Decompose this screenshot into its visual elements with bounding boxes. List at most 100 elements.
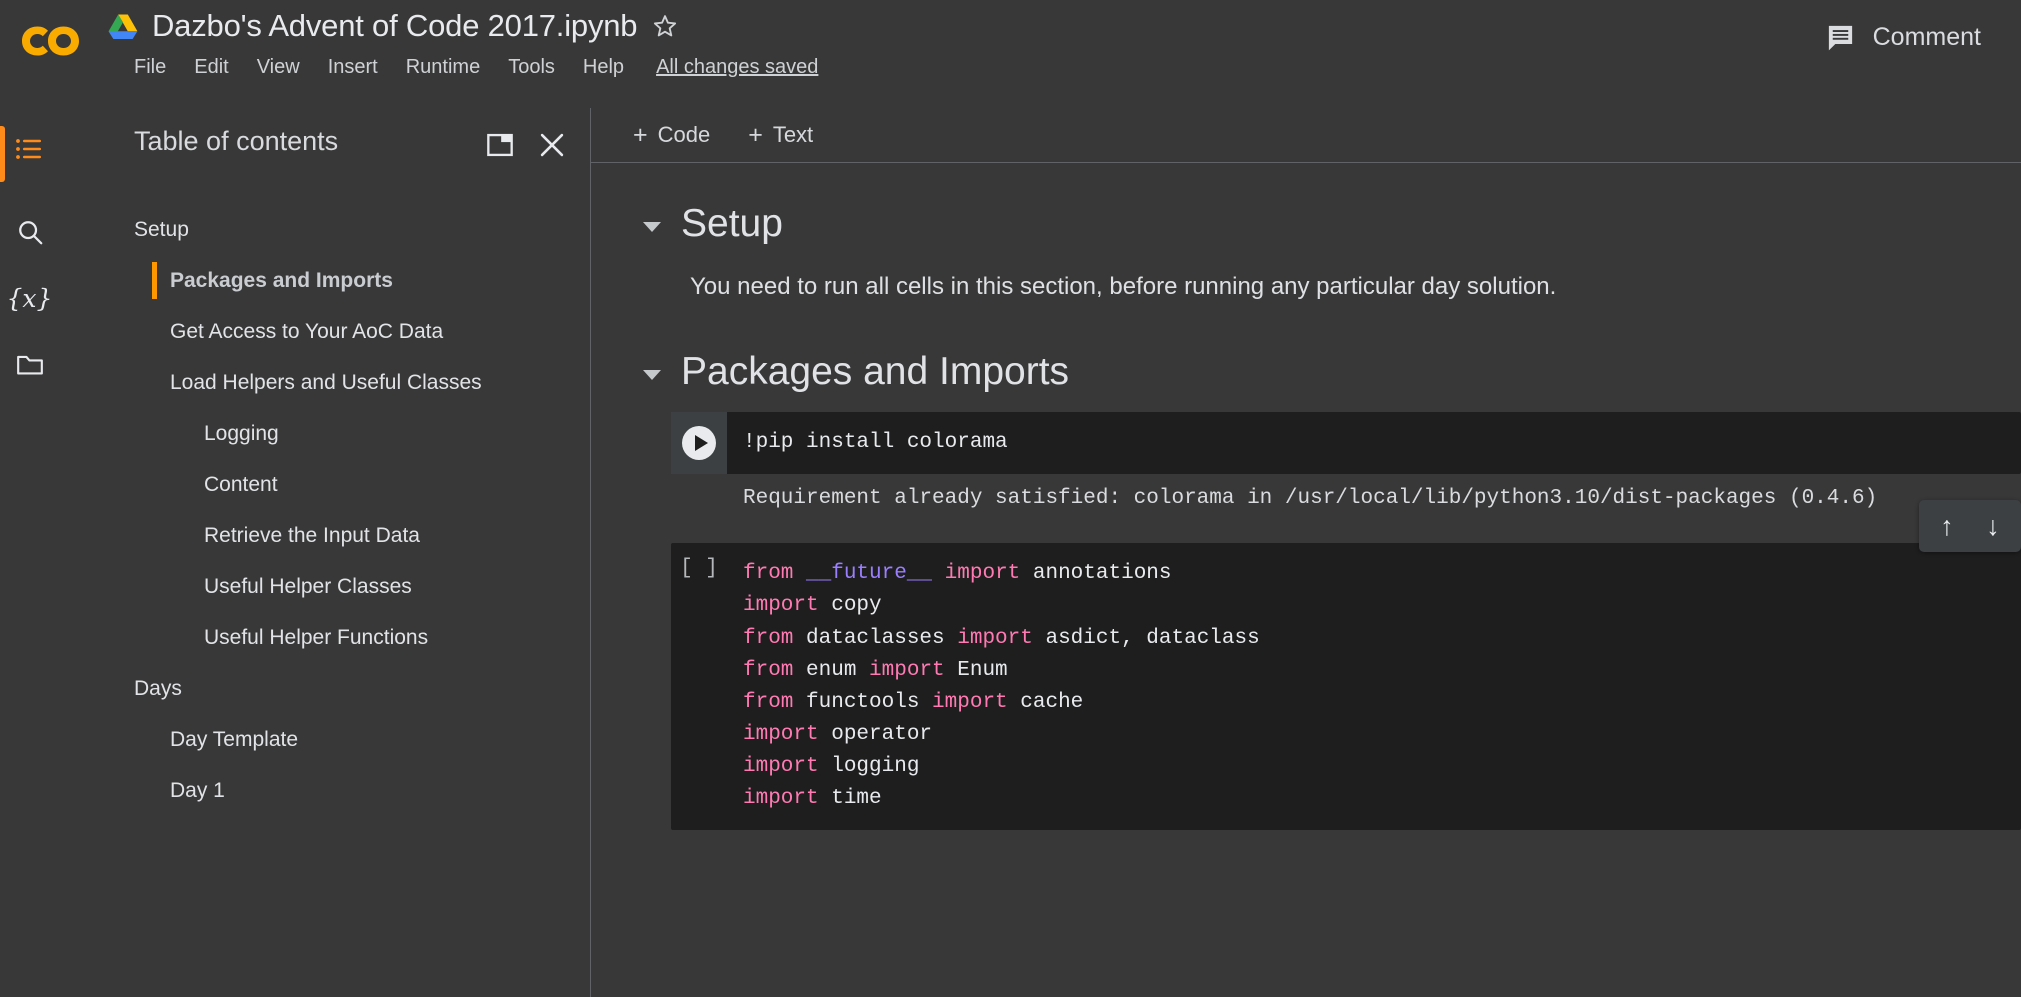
code-token: from (743, 690, 807, 714)
table-of-contents-panel: Table of contents Setup Packages and Impo… (59, 108, 591, 997)
document-title[interactable]: Dazbo's Advent of Code 2017.ipynb (152, 8, 638, 44)
collapse-caret-icon[interactable] (643, 222, 661, 232)
toc-item[interactable]: Logging (59, 408, 590, 459)
toc-item-active-bar (59, 415, 64, 452)
add-code-cell-button[interactable]: + Code (619, 116, 724, 154)
code-token: import (743, 594, 832, 618)
notebook-main: + Code + Text Setup You need to run all … (591, 108, 2021, 997)
toc-item-active-bar (152, 262, 157, 299)
comment-label: Comment (1872, 23, 1981, 51)
toc-item-active-bar (59, 670, 64, 707)
toc-item[interactable]: Get Access to Your AoC Data (59, 306, 590, 357)
notebook-cell-toolbar: + Code + Text (591, 108, 2021, 163)
run-cell-button[interactable] (671, 412, 727, 475)
toc-item-active-bar (59, 211, 64, 248)
code-token: time (831, 787, 882, 811)
app-body: {x} Table of contents Setup Packages and… (0, 108, 2021, 997)
code-token: annotations (1032, 562, 1172, 586)
google-drive-icon (108, 14, 138, 39)
toc-item[interactable]: Day Template (59, 714, 590, 765)
menu-runtime[interactable]: Runtime (392, 52, 494, 83)
rail-item-search[interactable] (6, 208, 54, 256)
code-token: enum (806, 658, 870, 682)
toc-item[interactable]: Useful Helper Classes (59, 561, 590, 612)
panel-popout-icon (487, 133, 513, 157)
code-token: cache (1020, 690, 1084, 714)
comment-button[interactable]: Comment (1813, 14, 1993, 61)
code-token: logging (831, 755, 920, 779)
colab-logo[interactable] (20, 22, 82, 60)
cell-prompt[interactable]: [ ] (671, 543, 727, 830)
rail-active-accent (0, 126, 5, 182)
setup-paragraph: You need to run all cells in this sectio… (690, 272, 1557, 300)
toc-title: Table of contents (134, 126, 339, 156)
code-token: operator (831, 722, 933, 746)
toc-item-label: Useful Helper Functions (204, 625, 429, 649)
code-token: import (957, 626, 1046, 650)
imports-cell-code[interactable]: from __future__ import annotations impor… (727, 543, 2021, 830)
variables-icon: {x} (6, 283, 53, 313)
code-token: import (743, 755, 832, 779)
folder-icon (16, 355, 43, 375)
menu-insert[interactable]: Insert (314, 52, 392, 83)
rail-item-toc[interactable] (6, 126, 54, 174)
rail-item-variables[interactable]: {x} (6, 274, 54, 322)
toc-popout-button[interactable] (480, 125, 520, 165)
code-token: copy (831, 594, 882, 618)
code-cell-input[interactable]: !pip install colorama (671, 412, 2021, 475)
markdown-heading-setup[interactable]: Setup (643, 201, 2021, 248)
toc-list: Setup Packages and Imports Get Access to Y… (59, 180, 590, 816)
toc-item[interactable]: Days (59, 663, 590, 714)
toc-item[interactable]: Retrieve the Input Data (59, 510, 590, 561)
search-icon (18, 221, 42, 245)
run-cell-icon (682, 426, 716, 461)
add-text-cell-button[interactable]: + Text (734, 116, 827, 154)
toc-close-button[interactable] (532, 125, 572, 165)
toc-item-label: Day 1 (170, 778, 225, 802)
app-header: Dazbo's Advent of Code 2017.ipynb File E… (0, 0, 2021, 108)
menu-help[interactable]: Help (569, 52, 638, 83)
code-token: import (743, 722, 832, 746)
code-token: import (944, 562, 1033, 586)
code-token: dataclasses (806, 626, 958, 650)
cell-float-toolbar: ↑ ↓ (1919, 500, 2021, 552)
toc-item[interactable]: Load Helpers and Useful Classes (59, 357, 590, 408)
toc-item-label: Logging (204, 421, 279, 445)
toc-item[interactable]: Day 1 (59, 765, 590, 816)
rail-item-files[interactable] (6, 340, 54, 388)
toc-item[interactable]: Useful Helper Functions (59, 612, 590, 663)
toc-item-active-bar (59, 466, 64, 503)
code-token: import (869, 658, 958, 682)
notebook-scroll-area: Setup You need to run all cells in this … (591, 163, 2021, 831)
menu-file[interactable]: File (120, 52, 180, 83)
code-token: asdict, dataclass (1045, 626, 1260, 650)
code-token: from (743, 626, 807, 650)
move-cell-up-button[interactable]: ↑ (1927, 506, 1967, 546)
code-token: Enum (957, 658, 1008, 682)
menu-edit[interactable]: Edit (180, 52, 242, 83)
document-title-row: Dazbo's Advent of Code 2017.ipynb (108, 8, 679, 44)
save-status-link[interactable]: All changes saved (646, 52, 828, 83)
toc-actions (480, 125, 572, 165)
menu-tools[interactable]: Tools (494, 52, 569, 83)
toc-item[interactable]: Setup (59, 204, 590, 255)
toc-item[interactable]: Packages and Imports (59, 255, 590, 306)
code-token: import (743, 787, 832, 811)
pip-cell-code[interactable]: !pip install colorama (727, 412, 2021, 474)
toc-item[interactable]: Content (59, 459, 590, 510)
toc-item-active-bar (152, 364, 157, 401)
menu-view[interactable]: View (243, 52, 314, 83)
move-cell-down-button[interactable]: ↓ (1973, 506, 2013, 546)
code-token: from (743, 562, 807, 586)
add-text-label: Text (772, 122, 814, 147)
toc-item-active-bar (59, 517, 64, 554)
code-token: import (932, 690, 1021, 714)
star-outline-icon[interactable] (651, 12, 679, 40)
code-token: __future__ (806, 562, 933, 586)
collapse-caret-icon[interactable] (643, 370, 661, 381)
markdown-heading-packages[interactable]: Packages and Imports (643, 349, 2021, 396)
toc-item-active-bar (152, 313, 157, 350)
code-token: from (743, 658, 807, 682)
code-cell-input[interactable]: [ ] from __future__ import annotations i… (671, 543, 2021, 831)
